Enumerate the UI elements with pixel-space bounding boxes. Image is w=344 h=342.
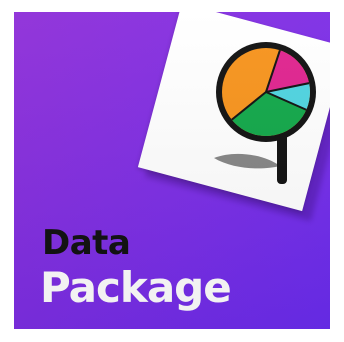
pie-chart-lens xyxy=(216,42,316,142)
data-package-tile[interactable]: Data Package xyxy=(14,12,330,329)
magnifier-pie-chart-icon xyxy=(214,42,316,184)
title-package: Package xyxy=(40,263,232,312)
title-data: Data xyxy=(42,223,131,263)
magnifier-shadow xyxy=(214,153,280,169)
